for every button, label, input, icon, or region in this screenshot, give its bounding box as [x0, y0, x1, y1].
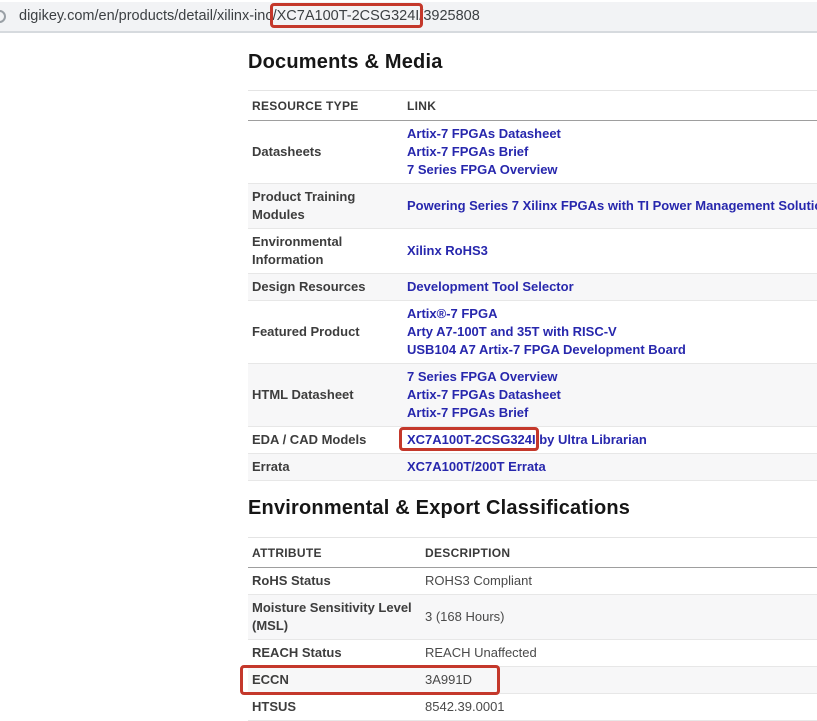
column-header-attribute: ATTRIBUTE: [252, 546, 425, 560]
table-row-htsus: HTSUS 8542.39.0001: [248, 694, 817, 721]
row-label: RoHS Status: [252, 573, 331, 588]
table-row-errata: Errata XC7A100T/200T Errata: [248, 454, 817, 481]
table-row-design-resources: Design Resources Development Tool Select…: [248, 274, 817, 301]
document-link[interactable]: Development Tool Selector: [407, 278, 574, 296]
document-link[interactable]: Arty A7-100T and 35T with RISC-V: [407, 323, 686, 341]
url-text[interactable]: digikey.com/en/products/detail/xilinx-in…: [19, 2, 480, 31]
attribute-value: REACH Unaffected: [425, 644, 537, 662]
column-header-resource-type: RESOURCE TYPE: [252, 99, 407, 113]
environmental-export-table: ATTRIBUTE DESCRIPTION RoHS Status ROHS3 …: [248, 537, 817, 721]
documents-media-table: RESOURCE TYPE LINK Datasheets Artix-7 FP…: [248, 90, 817, 481]
document-link[interactable]: 7 Series FPGA Overview: [407, 368, 561, 386]
documents-media-title: Documents & Media: [248, 51, 443, 74]
table-row-environmental-information: Environmental Information Xilinx RoHS3: [248, 229, 817, 274]
attribute-value: 3 (168 Hours): [425, 608, 504, 626]
column-header-link: LINK: [407, 99, 436, 113]
row-label: Datasheets: [252, 144, 321, 159]
row-label: Moisture Sensitivity Level (MSL): [252, 600, 412, 633]
document-link[interactable]: 7 Series FPGA Overview: [407, 161, 561, 179]
row-label: Environmental Information: [252, 234, 342, 267]
table-row-html-datasheet: HTML Datasheet 7 Series FPGA Overview Ar…: [248, 364, 817, 427]
document-link[interactable]: Artix-7 FPGAs Datasheet: [407, 386, 561, 404]
attribute-value: 8542.39.0001: [425, 698, 505, 716]
document-link[interactable]: Artix-7 FPGAs Brief: [407, 143, 561, 161]
eda-model-number: XC7A100T-2CSG324I: [407, 432, 536, 447]
table-row-product-training-modules: Product Training Modules Powering Series…: [248, 184, 817, 229]
row-label: Design Resources: [252, 279, 365, 294]
row-label: Product Training Modules: [252, 189, 355, 222]
document-link[interactable]: Artix-7 FPGAs Datasheet: [407, 125, 561, 143]
table-row-eda-cad-models: EDA / CAD Models XC7A100T-2CSG324I by Ul…: [248, 427, 817, 454]
table-row-datasheets: Datasheets Artix-7 FPGAs Datasheet Artix…: [248, 121, 817, 184]
table-row-featured-product: Featured Product Artix®-7 FPGA Arty A7-1…: [248, 301, 817, 364]
row-label: EDA / CAD Models: [252, 432, 366, 447]
row-label: HTML Datasheet: [252, 387, 354, 402]
document-link[interactable]: XC7A100T/200T Errata: [407, 458, 546, 476]
document-link[interactable]: USB104 A7 Artix-7 FPGA Development Board: [407, 341, 686, 359]
document-link[interactable]: Artix®-7 FPGA: [407, 305, 686, 323]
url-highlight-text: XC7A100T-2CSG324I: [277, 8, 420, 24]
table-row-eccn: ECCN 3A991D: [248, 667, 817, 694]
eda-cad-model-link[interactable]: XC7A100T-2CSG324I by Ultra Librarian: [407, 431, 647, 449]
eda-model-provider: by Ultra Librarian: [536, 432, 647, 447]
url-suffix: /3925808: [419, 8, 479, 24]
row-label: Errata: [252, 459, 290, 474]
document-link[interactable]: Artix-7 FPGAs Brief: [407, 404, 561, 422]
table-row-msl: Moisture Sensitivity Level (MSL) 3 (168 …: [248, 595, 817, 640]
table-row-reach-status: REACH Status REACH Unaffected: [248, 640, 817, 667]
row-label: Featured Product: [252, 324, 360, 339]
document-link[interactable]: Xilinx RoHS3: [407, 242, 488, 260]
table-header-row: ATTRIBUTE DESCRIPTION: [248, 537, 817, 568]
row-label: HTSUS: [252, 699, 296, 714]
browser-address-bar[interactable]: digikey.com/en/products/detail/xilinx-in…: [0, 0, 817, 33]
table-row-rohs-status: RoHS Status ROHS3 Compliant: [248, 568, 817, 595]
row-label: ECCN: [252, 672, 289, 687]
url-prefix: digikey.com/en/products/detail/xilinx-in…: [19, 8, 277, 24]
environmental-export-title: Environmental & Export Classifications: [248, 497, 630, 520]
row-label: REACH Status: [252, 645, 342, 660]
column-header-description: DESCRIPTION: [425, 546, 510, 560]
site-info-icon[interactable]: [0, 10, 6, 23]
attribute-value: ROHS3 Compliant: [425, 572, 532, 590]
document-link[interactable]: Powering Series 7 Xilinx FPGAs with TI P…: [407, 197, 817, 215]
attribute-value: 3A991D: [425, 671, 472, 689]
table-header-row: RESOURCE TYPE LINK: [248, 90, 817, 121]
